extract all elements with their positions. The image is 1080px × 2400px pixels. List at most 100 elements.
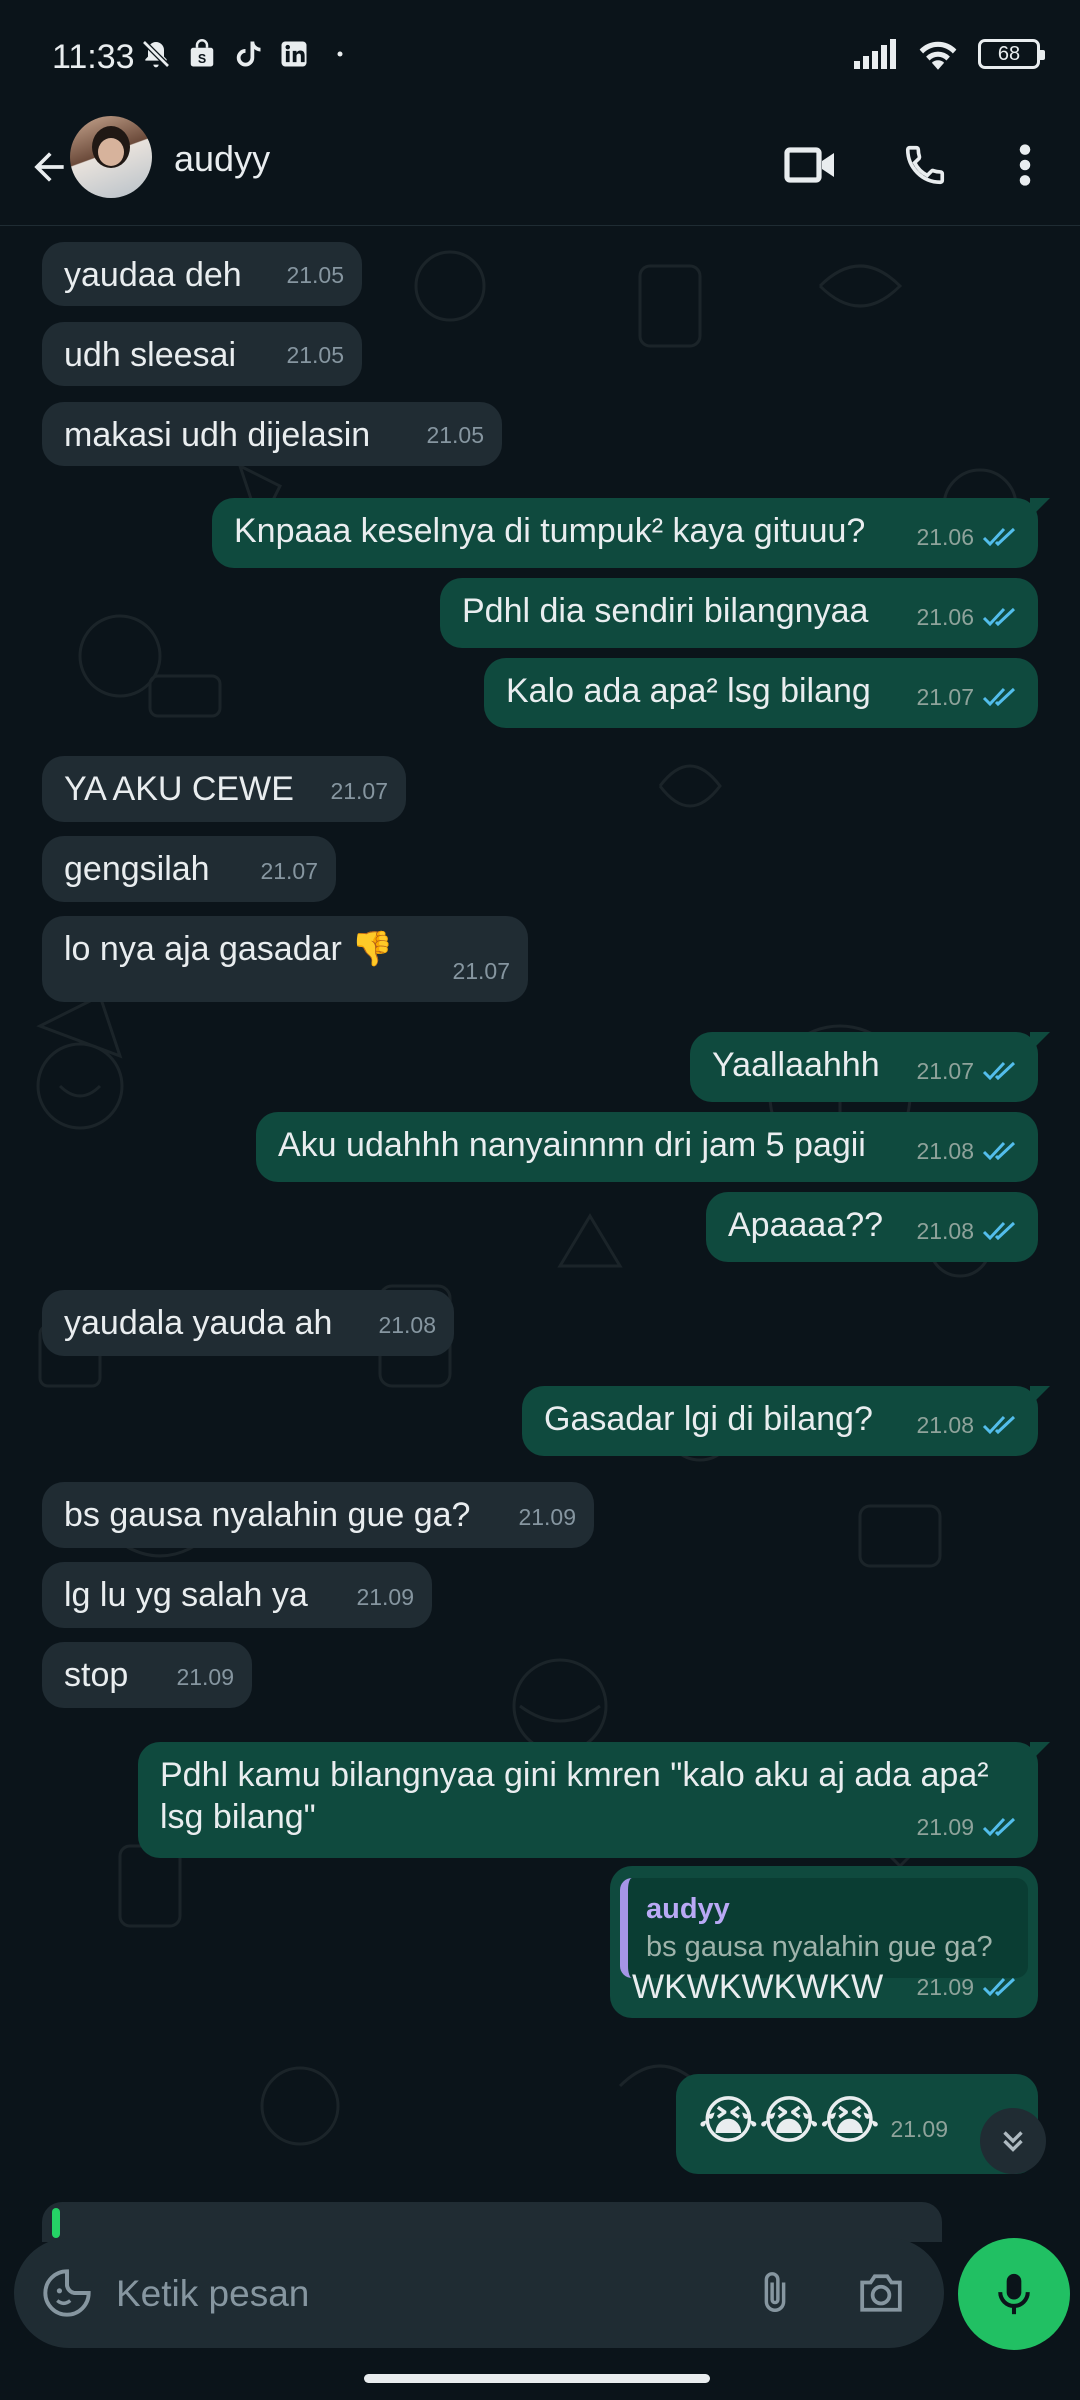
message-meta: 21.08 xyxy=(916,1404,1020,1446)
more-options-button[interactable] xyxy=(990,128,1060,202)
status-bar: 11:33 S 68 xyxy=(0,0,1080,112)
message-meta: 21.08 xyxy=(378,1304,436,1346)
message-meta: 21.09 xyxy=(176,1656,234,1698)
more-vert-icon xyxy=(1019,144,1031,186)
battery-level: 68 xyxy=(997,42,1021,65)
message-text: gengsilah xyxy=(64,850,210,888)
quote-text: bs gausa nyalahin gue ga? xyxy=(646,1931,993,1963)
message-outgoing[interactable]: Gasadar lgi di bilang? 21.08 xyxy=(522,1386,1050,1456)
read-receipt-icon xyxy=(982,1221,1016,1241)
message-incoming[interactable]: stop 21.09 xyxy=(42,1642,252,1708)
message-time: 21.07 xyxy=(330,778,388,804)
double-chevron-down-icon xyxy=(1003,2131,1023,2152)
voice-call-button[interactable] xyxy=(888,128,962,202)
message-incoming[interactable]: yaudala yauda ah 21.08 xyxy=(42,1290,454,1356)
status-left-icons: S xyxy=(140,38,356,70)
emoji-button[interactable] xyxy=(34,2260,100,2326)
read-receipt-icon xyxy=(982,1817,1016,1837)
message-input[interactable] xyxy=(116,2268,716,2320)
voice-message-button[interactable] xyxy=(958,2238,1070,2350)
message-text: Pdhl kamu bilangnyaa gini kmren "kalo ak… xyxy=(160,1756,989,1836)
message-time: 21.07 xyxy=(916,1058,974,1084)
home-indicator[interactable] xyxy=(364,2374,710,2383)
message-text: stop xyxy=(64,1656,129,1694)
camera-button[interactable] xyxy=(846,2260,916,2326)
message-text: Gasadar lgi di bilang? xyxy=(544,1400,873,1438)
message-meta: 21.09 xyxy=(890,2094,948,2164)
message-time: 21.05 xyxy=(426,422,484,448)
quote-author: audyy xyxy=(646,1893,730,1925)
message-outgoing-reply[interactable]: audyy bs gausa nyalahin gue ga? WKWKWKWK… xyxy=(610,1866,1038,2018)
back-arrow-icon xyxy=(34,152,64,182)
message-meta: 21.06 xyxy=(916,516,1020,558)
message-time: 21.09 xyxy=(890,2116,948,2142)
video-call-icon xyxy=(784,147,834,183)
read-receipt-icon xyxy=(982,687,1016,707)
message-outgoing[interactable]: Apaaaa?? 21.08 xyxy=(706,1192,1038,1262)
camera-icon xyxy=(860,2274,902,2312)
sticker-emoji-icon xyxy=(43,2269,91,2317)
message-meta: 21.08 xyxy=(916,1130,1020,1172)
mute-bell-icon xyxy=(140,38,172,70)
message-incoming[interactable]: gengsilah 21.07 xyxy=(42,836,336,902)
message-outgoing[interactable]: Pdhl kamu bilangnyaa gini kmren "kalo ak… xyxy=(138,1742,1050,1858)
battery-icon: 68 xyxy=(978,39,1045,69)
message-text: yaudaa deh xyxy=(64,256,242,294)
message-incoming[interactable]: udh sleesai 21.05 xyxy=(42,322,362,386)
message-incoming[interactable]: YA AKU CEWE 21.07 xyxy=(42,756,406,822)
message-meta: 21.07 xyxy=(260,850,318,892)
message-time: 21.09 xyxy=(916,1814,974,1840)
quoted-message[interactable]: audyy bs gausa nyalahin gue ga? xyxy=(620,1878,1028,1978)
scroll-to-bottom-button[interactable] xyxy=(980,2108,1046,2174)
message-incoming[interactable]: bs gausa nyalahin gue ga? 21.09 xyxy=(42,1482,594,1548)
message-incoming[interactable]: lo nya aja gasadar 👎 21.07 xyxy=(42,916,528,1002)
read-receipt-icon xyxy=(982,607,1016,627)
signal-icon xyxy=(854,38,898,70)
paperclip-icon xyxy=(764,2272,786,2312)
contact-name[interactable]: audyy xyxy=(174,138,270,180)
message-text: 😭😭😭 xyxy=(698,2092,881,2150)
read-receipt-icon xyxy=(982,1415,1016,1435)
message-time: 21.08 xyxy=(916,1218,974,1244)
message-text: lo nya aja gasadar 👎 xyxy=(64,930,394,968)
message-outgoing[interactable]: Yaallaahhh 21.07 xyxy=(690,1032,1050,1102)
message-meta: 21.09 xyxy=(916,1966,1020,2008)
message-meta: 21.05 xyxy=(286,254,344,296)
avatar[interactable] xyxy=(70,116,152,198)
partial-message-preview xyxy=(42,2202,942,2242)
message-incoming[interactable]: makasi udh dijelasin 21.05 xyxy=(42,402,502,466)
message-outgoing[interactable]: Knpaaa keselnya di tumpuk² kaya gituuu? … xyxy=(212,498,1050,568)
message-text: bs gausa nyalahin gue ga? xyxy=(64,1496,471,1534)
status-right-icons: 68 xyxy=(854,38,1045,70)
message-time: 21.08 xyxy=(916,1412,974,1438)
wifi-icon xyxy=(916,38,960,70)
video-call-button[interactable] xyxy=(774,128,848,202)
tiktok-icon xyxy=(232,38,264,70)
message-meta: 21.09 xyxy=(356,1576,414,1618)
message-time: 21.08 xyxy=(916,1138,974,1164)
message-meta: 21.09 xyxy=(916,1806,1020,1848)
message-time: 21.06 xyxy=(916,604,974,630)
message-outgoing[interactable]: Pdhl dia sendiri bilangnyaa 21.06 xyxy=(440,578,1038,648)
message-meta: 21.07 xyxy=(916,1050,1020,1092)
message-incoming[interactable]: lg lu yg salah ya 21.09 xyxy=(42,1562,432,1628)
message-incoming[interactable]: yaudaa deh 21.05 xyxy=(42,242,362,306)
message-text: Kalo ada apa² lsg bilang xyxy=(506,672,871,710)
message-text: yaudala yauda ah xyxy=(64,1304,333,1342)
chat-area[interactable]: yaudaa deh 21.05 udh sleesai 21.05 makas… xyxy=(0,226,1080,2246)
message-meta: 21.05 xyxy=(286,334,344,376)
message-meta: 21.09 xyxy=(518,1496,576,1538)
attach-button[interactable] xyxy=(742,2260,808,2326)
message-meta: 21.07 xyxy=(916,676,1020,718)
message-time: 21.08 xyxy=(378,1312,436,1338)
message-text: Pdhl dia sendiri bilangnyaa xyxy=(462,592,869,630)
shopping-bag-icon: S xyxy=(186,38,218,70)
read-receipt-icon xyxy=(982,1141,1016,1161)
message-text: Knpaaa keselnya di tumpuk² kaya gituuu? xyxy=(234,512,866,550)
message-outgoing[interactable]: Kalo ada apa² lsg bilang 21.07 xyxy=(484,658,1038,728)
linkedin-icon xyxy=(278,38,310,70)
read-receipt-icon xyxy=(982,1061,1016,1081)
message-meta: 21.05 xyxy=(426,414,484,456)
message-text: udh sleesai xyxy=(64,336,237,374)
message-outgoing[interactable]: Aku udahhh nanyainnnn dri jam 5 pagii 21… xyxy=(256,1112,1038,1182)
